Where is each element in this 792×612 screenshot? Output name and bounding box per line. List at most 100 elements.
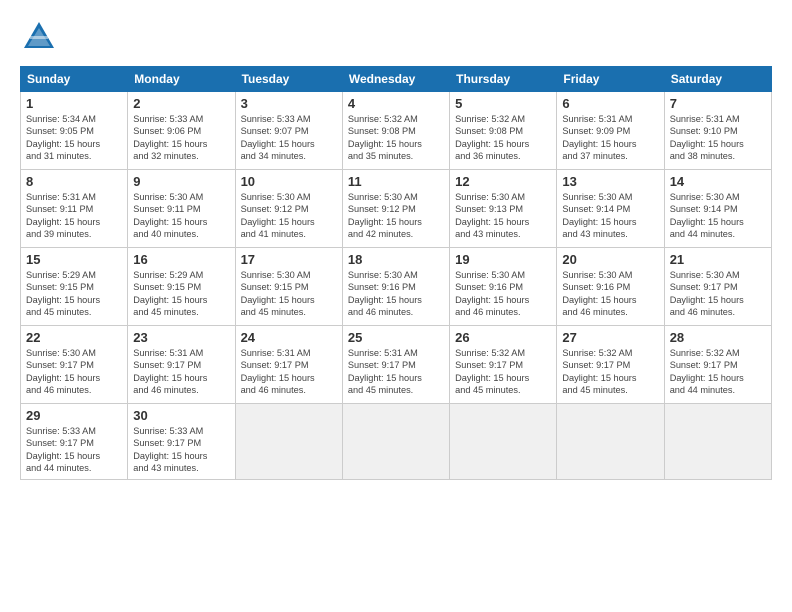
day-cell: 19 Sunrise: 5:30 AM Sunset: 9:16 PM Dayli…	[450, 248, 557, 326]
day-cell: 2 Sunrise: 5:33 AM Sunset: 9:06 PM Daylig…	[128, 92, 235, 170]
day-info: Sunrise: 5:30 AM Sunset: 9:12 PM Dayligh…	[348, 191, 444, 241]
day-number: 25	[348, 330, 444, 345]
day-info: Sunrise: 5:30 AM Sunset: 9:14 PM Dayligh…	[562, 191, 658, 241]
day-cell	[664, 404, 771, 480]
week-row-2: 8 Sunrise: 5:31 AM Sunset: 9:11 PM Daylig…	[21, 170, 772, 248]
day-cell: 30 Sunrise: 5:33 AM Sunset: 9:17 PM Dayli…	[128, 404, 235, 480]
day-info: Sunrise: 5:30 AM Sunset: 9:16 PM Dayligh…	[455, 269, 551, 319]
day-cell: 23 Sunrise: 5:31 AM Sunset: 9:17 PM Dayli…	[128, 326, 235, 404]
day-cell	[342, 404, 449, 480]
day-number: 14	[670, 174, 766, 189]
col-header-tuesday: Tuesday	[235, 67, 342, 92]
day-info: Sunrise: 5:30 AM Sunset: 9:13 PM Dayligh…	[455, 191, 551, 241]
calendar-table: SundayMondayTuesdayWednesdayThursdayFrid…	[20, 66, 772, 480]
day-info: Sunrise: 5:31 AM Sunset: 9:11 PM Dayligh…	[26, 191, 122, 241]
day-number: 12	[455, 174, 551, 189]
day-cell: 24Sunrise: 5:31 AM Sunset: 9:17 PM Dayli…	[235, 326, 342, 404]
day-number: 16	[133, 252, 229, 267]
day-cell: 3 Sunrise: 5:33 AM Sunset: 9:07 PM Daylig…	[235, 92, 342, 170]
day-number: 7	[670, 96, 766, 111]
day-cell: 25Sunrise: 5:31 AM Sunset: 9:17 PM Dayli…	[342, 326, 449, 404]
day-cell: 15 Sunrise: 5:29 AM Sunset: 9:15 PM Dayli…	[21, 248, 128, 326]
day-info: Sunrise: 5:33 AM Sunset: 9:07 PM Dayligh…	[241, 113, 337, 163]
day-cell: 16 Sunrise: 5:29 AM Sunset: 9:15 PM Dayli…	[128, 248, 235, 326]
day-number: 28	[670, 330, 766, 345]
day-number: 26	[455, 330, 551, 345]
day-cell: 20 Sunrise: 5:30 AM Sunset: 9:16 PM Dayli…	[557, 248, 664, 326]
day-number: 8	[26, 174, 122, 189]
day-info: Sunrise: 5:32 AM Sunset: 9:17 PM Dayligh…	[455, 347, 551, 397]
col-header-friday: Friday	[557, 67, 664, 92]
day-info: Sunrise: 5:32 AM Sunset: 9:08 PM Dayligh…	[348, 113, 444, 163]
day-number: 18	[348, 252, 444, 267]
day-info: Sunrise: 5:31 AM Sunset: 9:17 PM Dayligh…	[133, 347, 229, 397]
day-number: 19	[455, 252, 551, 267]
day-cell: 6Sunrise: 5:31 AM Sunset: 9:09 PM Daylig…	[557, 92, 664, 170]
day-info: Sunrise: 5:33 AM Sunset: 9:17 PM Dayligh…	[26, 425, 122, 475]
col-header-thursday: Thursday	[450, 67, 557, 92]
day-number: 2	[133, 96, 229, 111]
day-info: Sunrise: 5:33 AM Sunset: 9:17 PM Dayligh…	[133, 425, 229, 475]
day-cell: 14 Sunrise: 5:30 AM Sunset: 9:14 PM Dayli…	[664, 170, 771, 248]
day-cell: 7Sunrise: 5:31 AM Sunset: 9:10 PM Daylig…	[664, 92, 771, 170]
day-cell: 18Sunrise: 5:30 AM Sunset: 9:16 PM Dayli…	[342, 248, 449, 326]
day-number: 4	[348, 96, 444, 111]
day-cell: 13 Sunrise: 5:30 AM Sunset: 9:14 PM Dayli…	[557, 170, 664, 248]
day-number: 6	[562, 96, 658, 111]
day-cell	[235, 404, 342, 480]
logo	[20, 18, 64, 56]
week-row-5: 29 Sunrise: 5:33 AM Sunset: 9:17 PM Dayli…	[21, 404, 772, 480]
day-cell: 27 Sunrise: 5:32 AM Sunset: 9:17 PM Dayli…	[557, 326, 664, 404]
day-number: 29	[26, 408, 122, 423]
day-cell: 22Sunrise: 5:30 AM Sunset: 9:17 PM Dayli…	[21, 326, 128, 404]
day-number: 24	[241, 330, 337, 345]
day-info: Sunrise: 5:34 AM Sunset: 9:05 PM Dayligh…	[26, 113, 122, 163]
day-info: Sunrise: 5:32 AM Sunset: 9:17 PM Dayligh…	[670, 347, 766, 397]
day-cell: 8 Sunrise: 5:31 AM Sunset: 9:11 PM Daylig…	[21, 170, 128, 248]
day-info: Sunrise: 5:30 AM Sunset: 9:16 PM Dayligh…	[562, 269, 658, 319]
day-cell: 5Sunrise: 5:32 AM Sunset: 9:08 PM Daylig…	[450, 92, 557, 170]
day-cell: 29 Sunrise: 5:33 AM Sunset: 9:17 PM Dayli…	[21, 404, 128, 480]
week-row-1: 1 Sunrise: 5:34 AM Sunset: 9:05 PM Daylig…	[21, 92, 772, 170]
day-cell: 9 Sunrise: 5:30 AM Sunset: 9:11 PM Daylig…	[128, 170, 235, 248]
day-cell: 17 Sunrise: 5:30 AM Sunset: 9:15 PM Dayli…	[235, 248, 342, 326]
day-info: Sunrise: 5:30 AM Sunset: 9:15 PM Dayligh…	[241, 269, 337, 319]
day-cell: 1 Sunrise: 5:34 AM Sunset: 9:05 PM Daylig…	[21, 92, 128, 170]
day-info: Sunrise: 5:30 AM Sunset: 9:14 PM Dayligh…	[670, 191, 766, 241]
day-number: 20	[562, 252, 658, 267]
day-info: Sunrise: 5:30 AM Sunset: 9:11 PM Dayligh…	[133, 191, 229, 241]
day-cell	[557, 404, 664, 480]
day-info: Sunrise: 5:32 AM Sunset: 9:17 PM Dayligh…	[562, 347, 658, 397]
day-number: 30	[133, 408, 229, 423]
day-number: 15	[26, 252, 122, 267]
day-number: 17	[241, 252, 337, 267]
day-number: 3	[241, 96, 337, 111]
logo-icon	[20, 18, 58, 56]
col-header-saturday: Saturday	[664, 67, 771, 92]
day-cell: 28 Sunrise: 5:32 AM Sunset: 9:17 PM Dayli…	[664, 326, 771, 404]
day-number: 9	[133, 174, 229, 189]
day-number: 1	[26, 96, 122, 111]
day-number: 21	[670, 252, 766, 267]
day-cell: 26 Sunrise: 5:32 AM Sunset: 9:17 PM Dayli…	[450, 326, 557, 404]
header-row: SundayMondayTuesdayWednesdayThursdayFrid…	[21, 67, 772, 92]
col-header-wednesday: Wednesday	[342, 67, 449, 92]
page: SundayMondayTuesdayWednesdayThursdayFrid…	[0, 0, 792, 612]
day-cell: 12 Sunrise: 5:30 AM Sunset: 9:13 PM Dayli…	[450, 170, 557, 248]
day-number: 23	[133, 330, 229, 345]
day-info: Sunrise: 5:30 AM Sunset: 9:17 PM Dayligh…	[670, 269, 766, 319]
col-header-sunday: Sunday	[21, 67, 128, 92]
day-info: Sunrise: 5:29 AM Sunset: 9:15 PM Dayligh…	[26, 269, 122, 319]
day-number: 22	[26, 330, 122, 345]
day-cell	[450, 404, 557, 480]
day-cell: 4 Sunrise: 5:32 AM Sunset: 9:08 PM Daylig…	[342, 92, 449, 170]
day-number: 27	[562, 330, 658, 345]
day-info: Sunrise: 5:32 AM Sunset: 9:08 PM Dayligh…	[455, 113, 551, 163]
day-info: Sunrise: 5:33 AM Sunset: 9:06 PM Dayligh…	[133, 113, 229, 163]
day-info: Sunrise: 5:29 AM Sunset: 9:15 PM Dayligh…	[133, 269, 229, 319]
week-row-3: 15 Sunrise: 5:29 AM Sunset: 9:15 PM Dayli…	[21, 248, 772, 326]
day-number: 13	[562, 174, 658, 189]
week-row-4: 22Sunrise: 5:30 AM Sunset: 9:17 PM Dayli…	[21, 326, 772, 404]
day-cell: 11Sunrise: 5:30 AM Sunset: 9:12 PM Dayli…	[342, 170, 449, 248]
col-header-monday: Monday	[128, 67, 235, 92]
